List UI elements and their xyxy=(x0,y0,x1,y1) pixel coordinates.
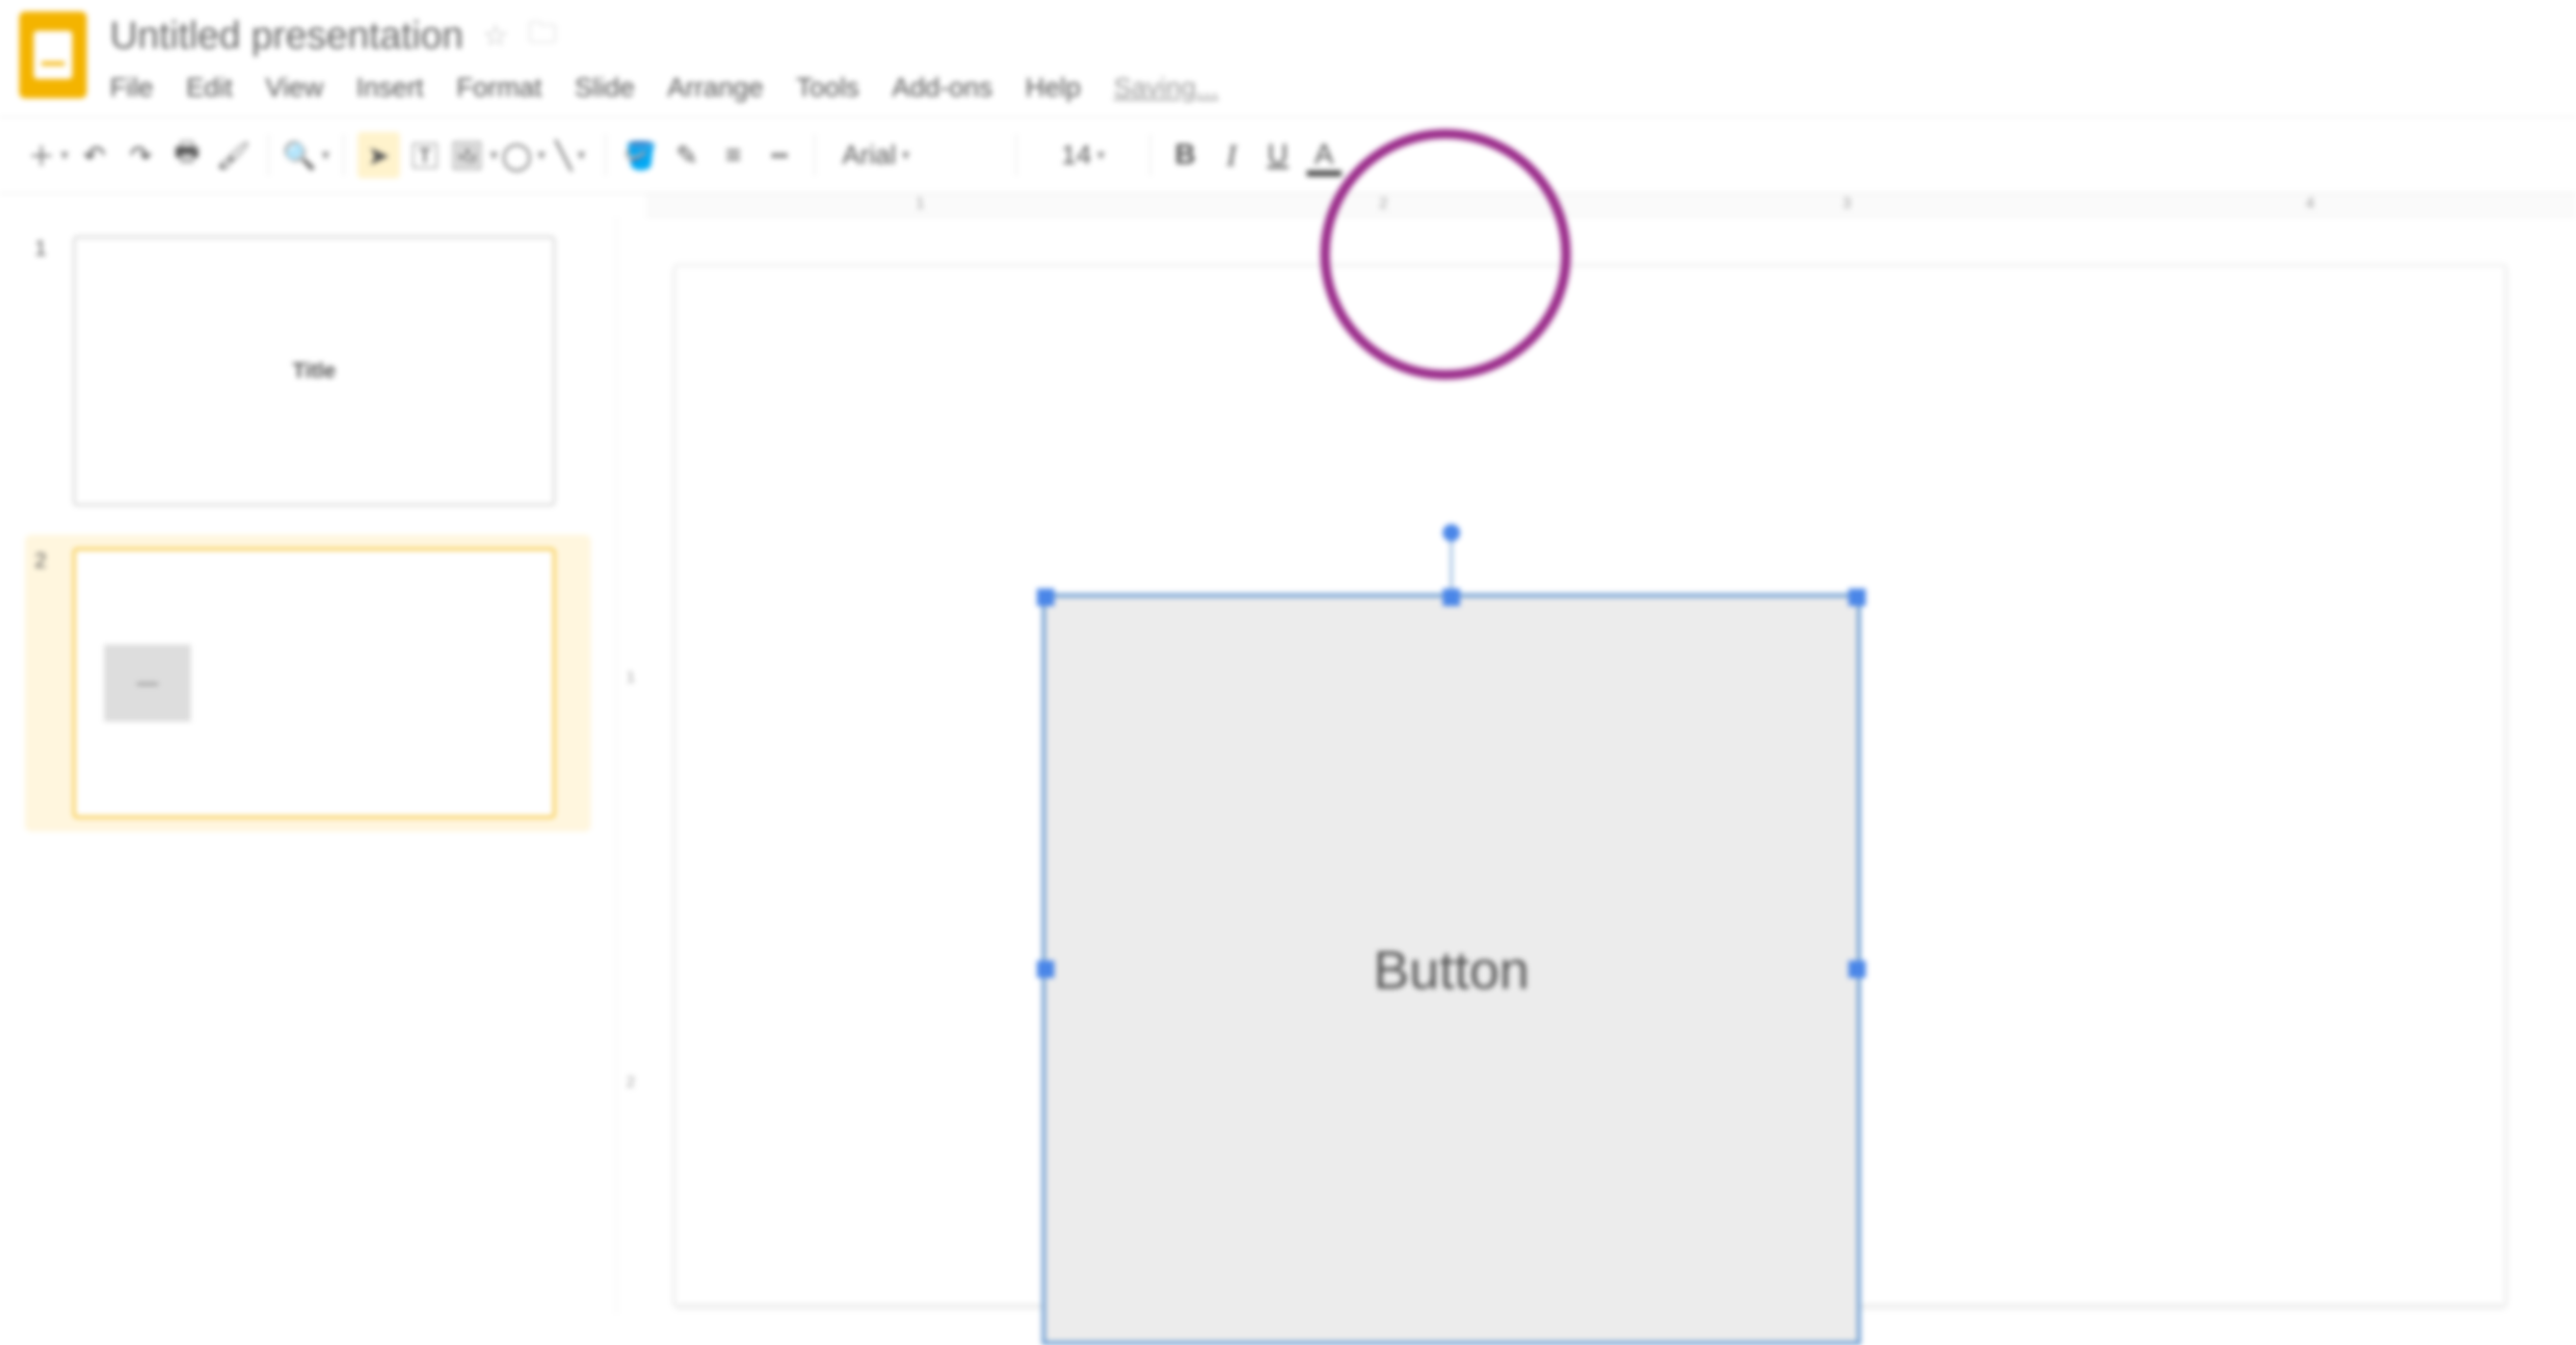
vruler-tick: 1 xyxy=(626,670,635,687)
menu-tools[interactable]: Tools xyxy=(796,72,859,103)
underline-button[interactable]: U xyxy=(1257,132,1299,178)
fill-color-button[interactable]: 🪣 xyxy=(620,132,662,178)
separator xyxy=(605,134,606,176)
print-button[interactable]: 🖶 xyxy=(166,132,208,178)
new-slide-button[interactable]: ＋ xyxy=(27,132,69,178)
font-family-select[interactable]: Arial xyxy=(829,132,1002,178)
rotation-handle[interactable] xyxy=(1443,524,1460,541)
ruler-tick: 2 xyxy=(1379,196,1388,213)
slide-thumbnail: — xyxy=(73,548,555,818)
weight-icon: ≡ xyxy=(726,140,741,171)
slide-number: 2 xyxy=(35,548,54,818)
resize-handle-ne[interactable] xyxy=(1848,589,1866,606)
menu-edit[interactable]: Edit xyxy=(186,72,232,103)
shape-tool[interactable]: ◯ xyxy=(501,132,544,178)
slide-thumb-2[interactable]: 2 — xyxy=(25,535,591,831)
ruler-tick: 4 xyxy=(2306,196,2315,213)
menu-addons[interactable]: Add-ons xyxy=(892,72,993,103)
ruler-tick: 1 xyxy=(916,196,924,213)
folder-icon[interactable]: 🗀 xyxy=(528,12,557,61)
redo-button[interactable]: ↷ xyxy=(120,132,162,178)
thumb-title-text: Title xyxy=(293,358,336,383)
slide-number: 1 xyxy=(35,236,54,506)
thumb-shape-preview: — xyxy=(104,645,191,722)
menu-bar: File Edit View Insert Format Slide Arran… xyxy=(110,72,1218,103)
menu-arrange[interactable]: Arrange xyxy=(668,72,764,103)
slide-canvas-area: 1 2 Button xyxy=(617,217,2576,1314)
paint-format-button[interactable]: 🖌 xyxy=(212,132,254,178)
separator xyxy=(268,134,269,176)
menu-view[interactable]: View xyxy=(265,72,323,103)
separator xyxy=(1150,134,1151,176)
menu-format[interactable]: Format xyxy=(457,72,543,103)
shape-text: Button xyxy=(1373,938,1529,1001)
menu-help[interactable]: Help xyxy=(1025,72,1081,103)
ruler-tick: 3 xyxy=(1843,196,1851,213)
document-title[interactable]: Untitled presentation xyxy=(110,14,464,58)
pencil-icon: ✎ xyxy=(676,140,698,171)
select-tool[interactable]: ➤ xyxy=(358,132,400,178)
vertical-ruler: 1 2 xyxy=(626,265,655,1314)
star-icon[interactable]: ☆ xyxy=(483,19,509,53)
undo-button[interactable]: ↶ xyxy=(73,132,116,178)
slides-logo-glyph xyxy=(34,31,72,79)
slide-thumb-1[interactable]: 1 Title xyxy=(35,236,581,506)
toolbar: ＋ ↶ ↷ 🖶 🖌 🔍 ➤ 🅃 🖼 ◯ ╲ 🪣 ✎ ≡ ┅ Arial 14 B… xyxy=(0,117,2576,194)
saving-status: Saving... xyxy=(1113,72,1218,103)
slide-thumbnail: Title xyxy=(73,236,555,506)
separator xyxy=(343,134,344,176)
document-head: Untitled presentation ☆ 🗀 File Edit View… xyxy=(110,12,1218,103)
vruler-tick: 2 xyxy=(626,1074,635,1092)
font-size-select[interactable]: 14 xyxy=(1030,132,1136,178)
slide-thumbnail-panel: 1 Title 2 — xyxy=(0,217,617,1314)
border-color-button[interactable]: ✎ xyxy=(666,132,708,178)
menu-file[interactable]: File xyxy=(110,72,153,103)
line-tool[interactable]: ╲ xyxy=(549,132,592,178)
textbox-tool[interactable]: 🅃 xyxy=(404,132,446,178)
zoom-button[interactable]: 🔍 xyxy=(282,132,330,178)
resize-handle-e[interactable] xyxy=(1848,961,1866,978)
bold-button[interactable]: B xyxy=(1164,132,1207,178)
border-dash-button[interactable]: ┅ xyxy=(758,132,801,178)
menu-insert[interactable]: Insert xyxy=(357,72,424,103)
separator xyxy=(1016,134,1017,176)
resize-handle-nw[interactable] xyxy=(1037,589,1054,606)
selected-shape[interactable]: Button xyxy=(1042,593,1861,1345)
main-area: 1 Title 2 — 1 2 Button xyxy=(0,217,2576,1314)
image-tool[interactable]: 🖼 xyxy=(450,132,498,178)
text-color-button[interactable]: A xyxy=(1303,132,1345,178)
horizontal-ruler: 1 2 3 4 xyxy=(646,194,2576,217)
italic-button[interactable]: I xyxy=(1210,132,1253,178)
app-header: Untitled presentation ☆ 🗀 File Edit View… xyxy=(0,0,2576,103)
border-weight-button[interactable]: ≡ xyxy=(712,132,755,178)
menu-slide[interactable]: Slide xyxy=(574,72,634,103)
resize-handle-w[interactable] xyxy=(1037,961,1054,978)
separator xyxy=(814,134,815,176)
resize-handle-n[interactable] xyxy=(1443,589,1460,606)
slide-canvas[interactable]: Button xyxy=(675,265,2506,1305)
title-row: Untitled presentation ☆ 🗀 xyxy=(110,12,1218,61)
slides-logo xyxy=(19,12,87,98)
